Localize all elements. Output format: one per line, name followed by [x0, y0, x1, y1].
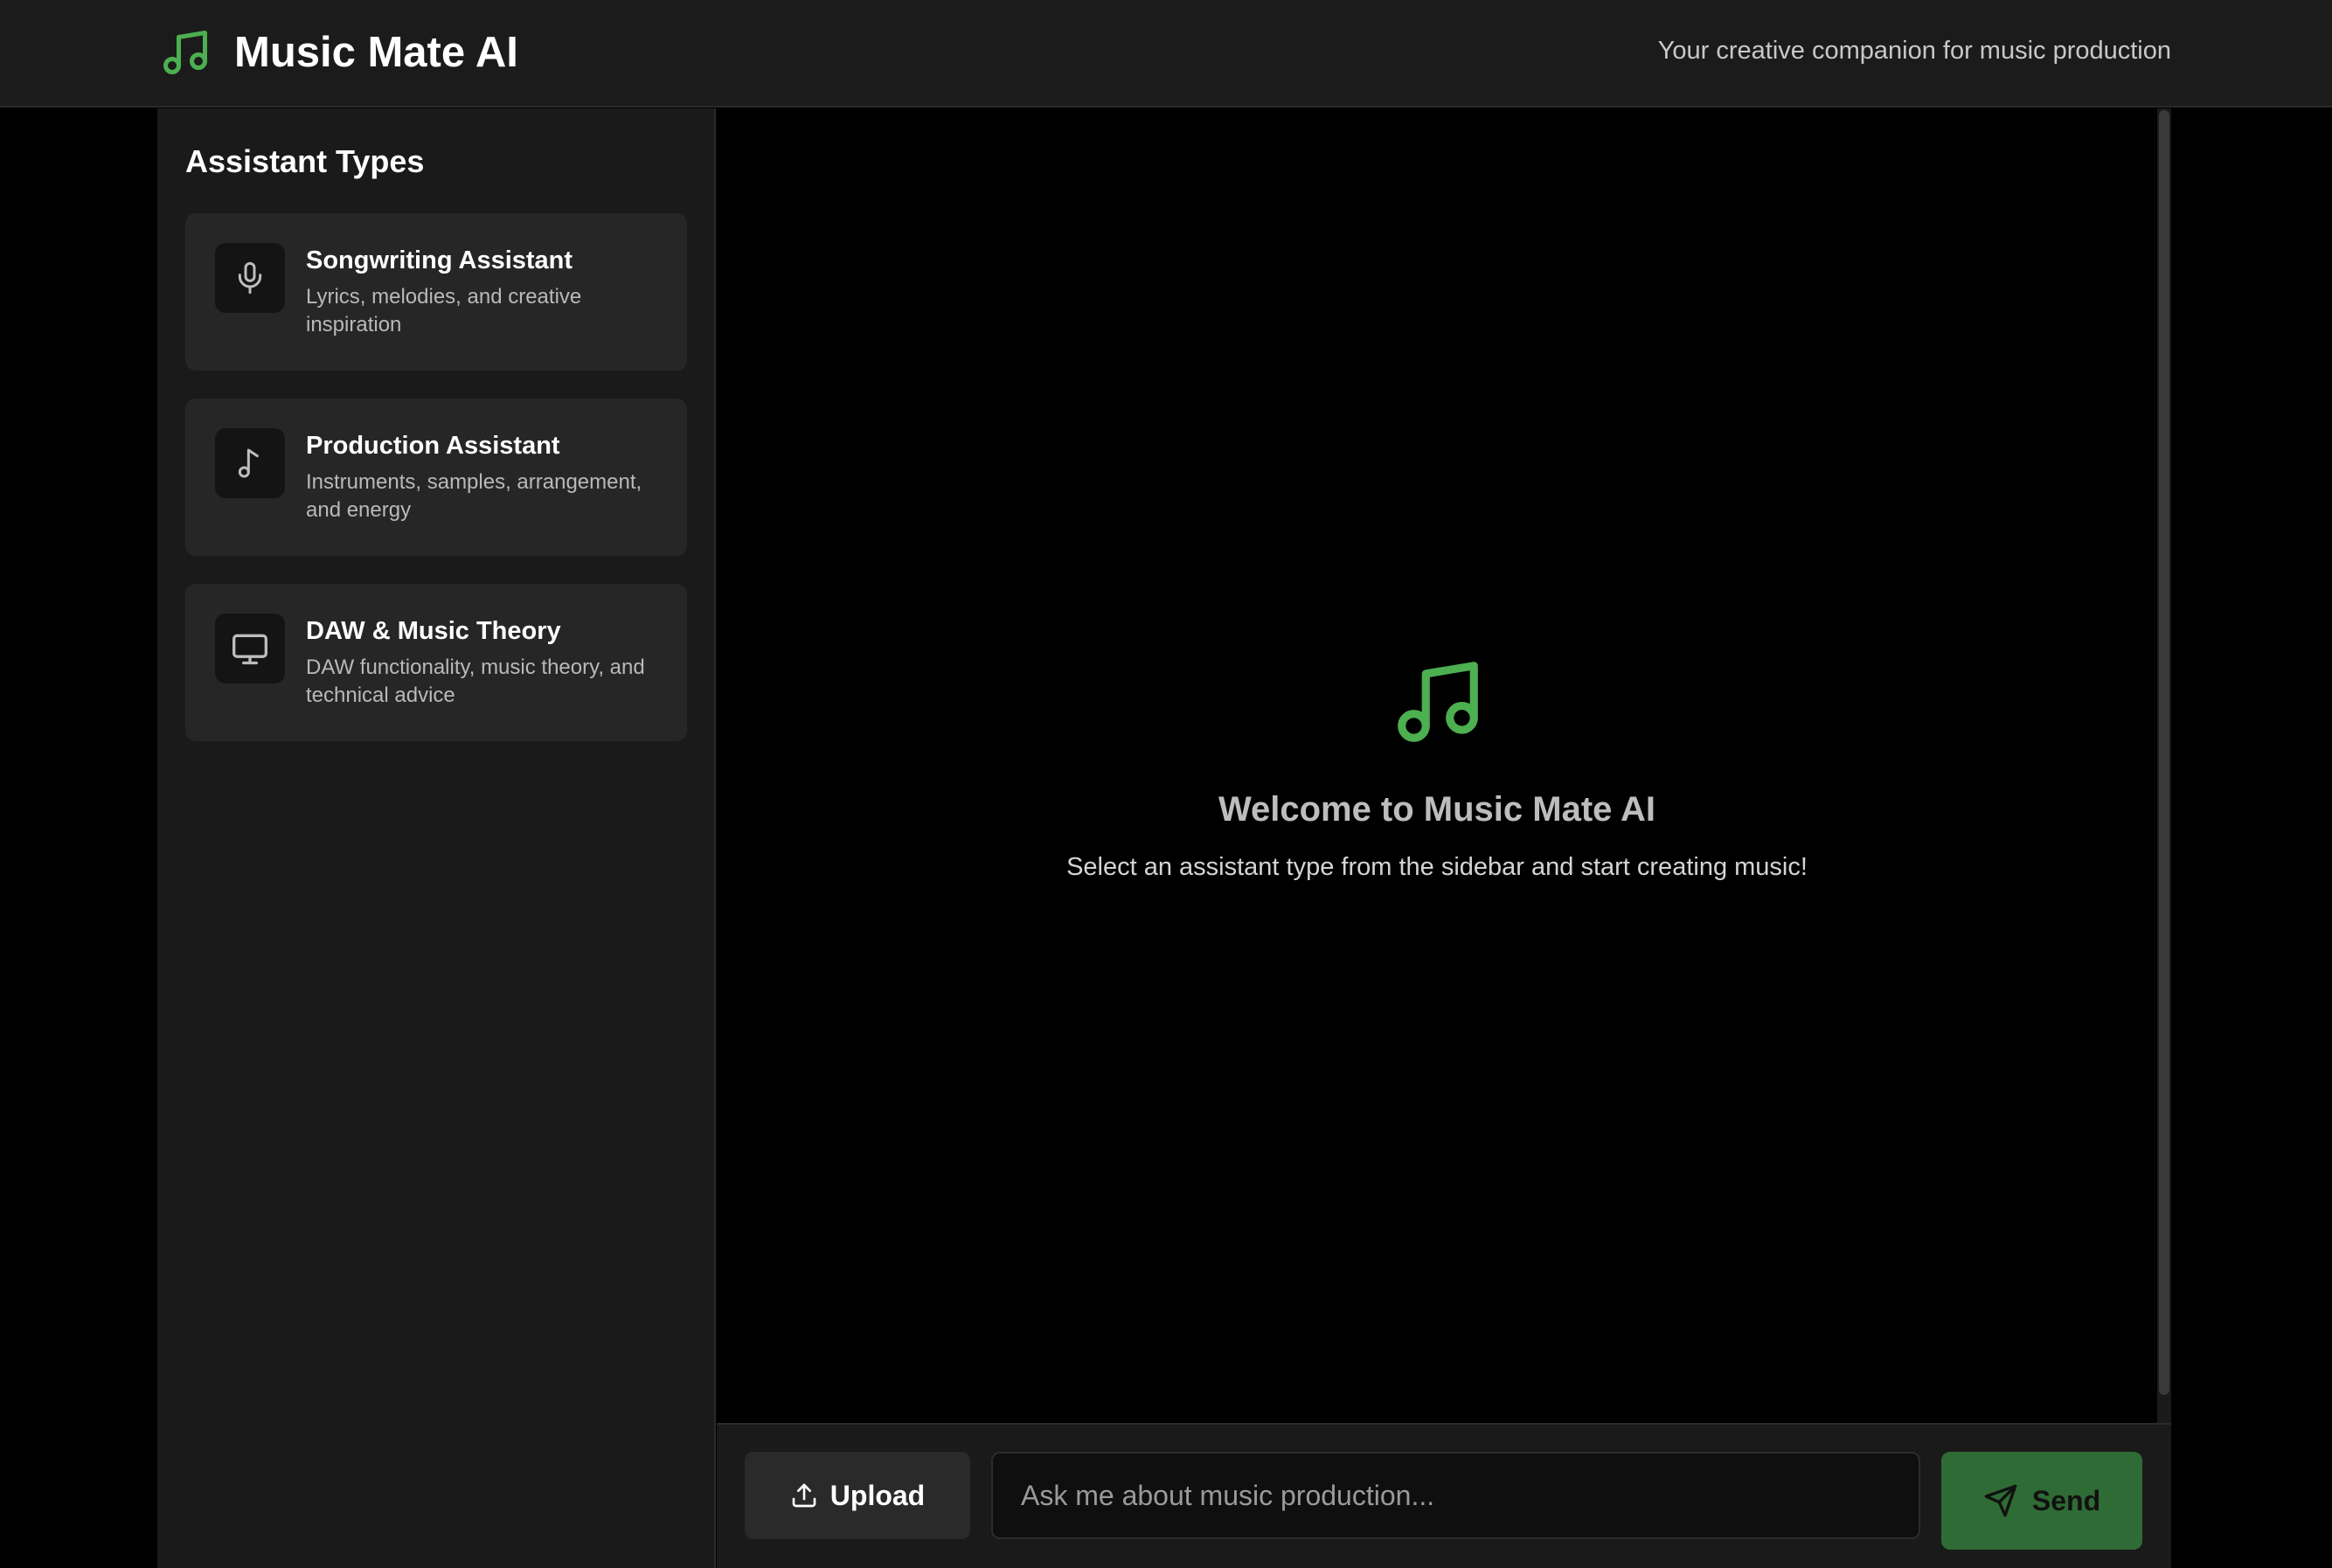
- app-header: Music Mate AI Your creative companion fo…: [0, 0, 2332, 108]
- chat-area: [717, 108, 2171, 1425]
- send-icon: [1984, 1484, 2017, 1517]
- app-tagline: Your creative companion for music produc…: [1657, 37, 2171, 65]
- music-note-icon: [238, 448, 259, 478]
- music-note-icon: [163, 31, 207, 74]
- welcome-subtitle: Select an assistant type from the sideba…: [1066, 853, 1808, 881]
- chat-scrollbar-thumb[interactable]: [2159, 110, 2169, 1395]
- chat-input[interactable]: [991, 1452, 1920, 1539]
- assistant-card-title: Production Assistant: [306, 432, 560, 460]
- send-button[interactable]: Send: [1941, 1452, 2142, 1550]
- assistant-card-description: Instruments, samples, arrangement, and e…: [306, 470, 642, 522]
- card-icon-box: [215, 428, 285, 498]
- monitor-icon: [233, 634, 267, 665]
- assistant-card-daw-theory[interactable]: DAW & Music Theory DAW functionality, mu…: [185, 584, 687, 741]
- app-title: Music Mate AI: [234, 29, 518, 76]
- assistant-card-description: DAW functionality, music theory, and tec…: [306, 656, 645, 707]
- assistant-card-songwriting[interactable]: Songwriting Assistant Lyrics, melodies, …: [185, 213, 687, 371]
- card-icon-box: [215, 243, 285, 313]
- card-icon-box: [215, 614, 285, 683]
- assistant-card-production[interactable]: Production Assistant Instruments, sample…: [185, 399, 687, 556]
- send-button-label: Send: [2031, 1484, 2101, 1516]
- upload-button-label: Upload: [829, 1479, 926, 1511]
- upload-button[interactable]: Upload: [745, 1452, 970, 1539]
- music-note-icon: [1398, 662, 1478, 742]
- assistant-card-title: DAW & Music Theory: [306, 617, 561, 645]
- upload-icon: [792, 1483, 816, 1508]
- microphone-icon: [238, 261, 262, 295]
- sidebar-title: Assistant Types: [185, 143, 425, 179]
- welcome-title: Welcome to Music Mate AI: [1218, 790, 1656, 829]
- sidebar: Assistant Types Songwriting Assistant Ly…: [157, 108, 716, 1568]
- assistant-card-title: Songwriting Assistant: [306, 246, 573, 274]
- assistant-card-description: Lyrics, melodies, and creative inspirati…: [306, 285, 582, 336]
